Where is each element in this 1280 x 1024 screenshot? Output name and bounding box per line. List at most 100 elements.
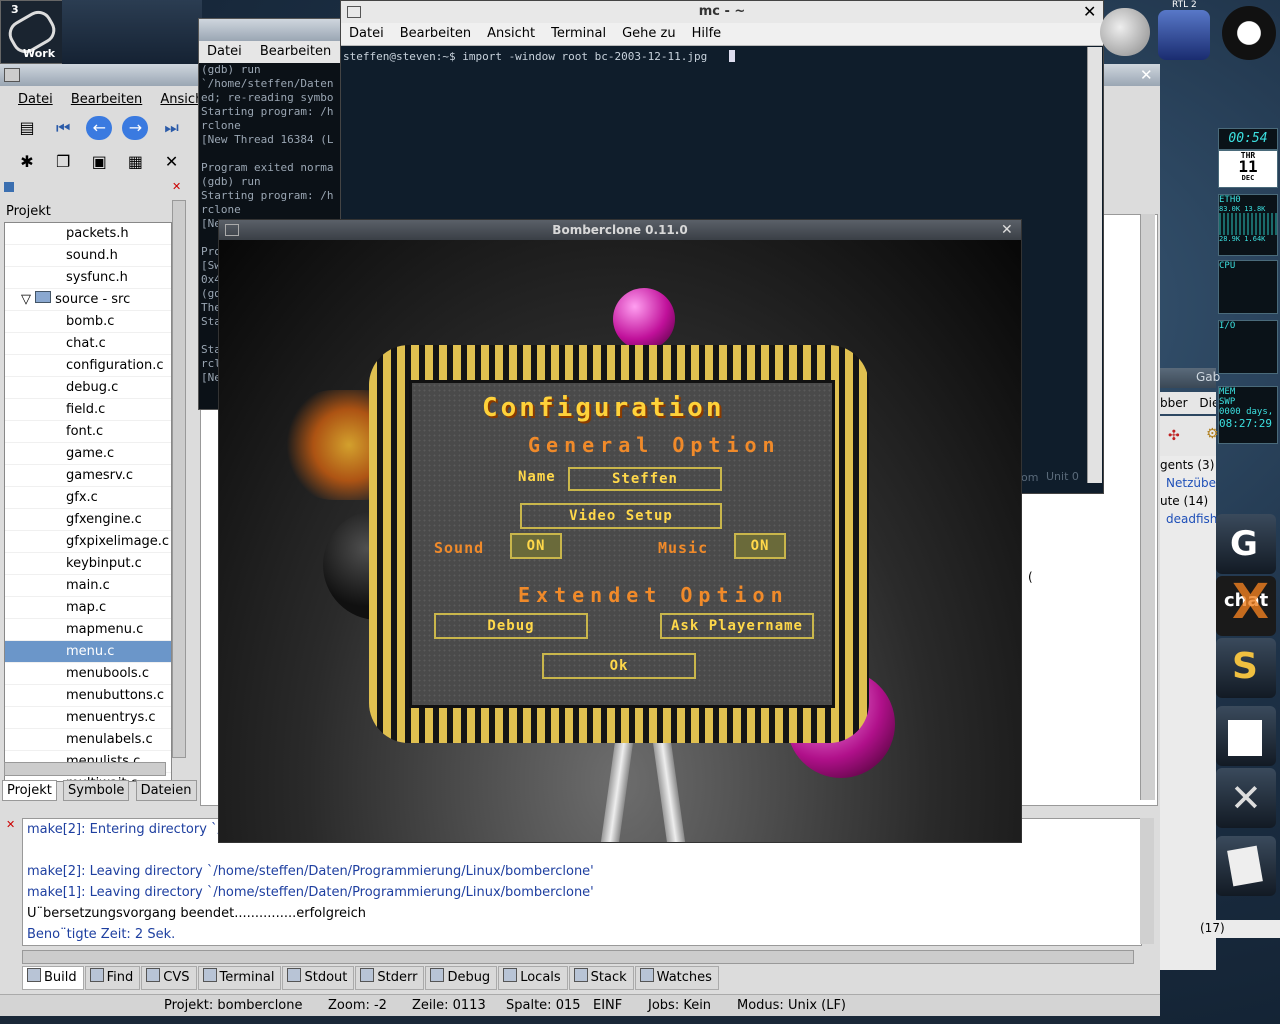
panel-close-icon[interactable]: ✕ — [172, 180, 181, 193]
panel-pin-icon[interactable] — [4, 182, 14, 192]
tree-file[interactable]: packets.h — [5, 223, 171, 245]
tree-file[interactable]: menuentrys.c — [5, 707, 171, 729]
tab-projekt[interactable]: Projekt — [2, 780, 57, 801]
music-toggle[interactable]: ON — [734, 533, 786, 559]
project-tree[interactable]: packets.h sound.h sysfunc.h ▽ source - src b… — [4, 222, 172, 782]
tree-file[interactable]: configuration.c — [5, 355, 171, 377]
mc-scrollbar[interactable] — [1087, 47, 1102, 483]
window-menu-icon[interactable] — [4, 68, 20, 82]
tree-file[interactable]: main.c — [5, 575, 171, 597]
binary-file-icon[interactable] — [1216, 706, 1276, 766]
close-icon[interactable]: ✕ — [1001, 220, 1013, 240]
workspace-pager[interactable]: 3 Work — [0, 0, 64, 64]
window-menu-icon[interactable] — [225, 224, 239, 236]
tree-file[interactable]: game.c — [5, 443, 171, 465]
window-menu-icon[interactable] — [347, 6, 361, 18]
save-all-icon[interactable]: ▦ — [122, 150, 148, 174]
console-hscrollbar[interactable] — [22, 950, 1134, 964]
xchat-icon[interactable]: chat X — [1216, 574, 1276, 636]
mc-menu-item[interactable]: Gehe zu — [622, 26, 676, 41]
gnome-foot-icon[interactable]: G — [1216, 514, 1276, 574]
tree-file[interactable]: bomb.c — [5, 311, 171, 333]
group-agents[interactable]: gents (3) — [1160, 456, 1216, 474]
tools-icon[interactable]: ✕ — [1216, 768, 1276, 828]
sound-toggle[interactable]: ON — [510, 533, 562, 559]
new-file-icon[interactable]: ✱ — [14, 150, 40, 174]
chat-menu-1[interactable]: bber — [1160, 396, 1188, 410]
first-icon[interactable]: ⏮ — [50, 116, 76, 140]
ask-playername-button[interactable]: Ask Playername — [660, 613, 814, 639]
status-icon[interactable]: ✣ — [1168, 428, 1180, 444]
back-icon[interactable]: ← — [86, 116, 113, 140]
video-setup-button[interactable]: Video Setup — [520, 503, 722, 529]
tree-file[interactable]: menu.c — [5, 641, 171, 663]
tree-file[interactable]: menulabels.c — [5, 729, 171, 751]
tab-debug[interactable]: Debug — [425, 966, 498, 990]
console-close-icon[interactable]: ✕ — [6, 818, 15, 831]
chevron-down-icon[interactable]: ▽ — [21, 292, 35, 307]
tree-file[interactable]: keybinput.c — [5, 553, 171, 575]
tv-icon[interactable]: RTL 2 — [1158, 0, 1210, 60]
menu-bearbeiten[interactable]: Bearbeiten — [71, 92, 142, 107]
tree-file[interactable]: field.c — [5, 399, 171, 421]
group-ute[interactable]: ute (14) — [1160, 492, 1216, 510]
tab-watches[interactable]: Watches — [634, 966, 719, 990]
sodipodi-icon[interactable]: S — [1216, 638, 1276, 698]
mc-menu-item[interactable]: Terminal — [551, 26, 606, 41]
bg-fragment: Unit 0 — [1046, 470, 1079, 483]
tree-file[interactable]: menubuttons.c — [5, 685, 171, 707]
tree-file[interactable]: gfxpixelimage.c — [5, 531, 171, 553]
tree-file[interactable]: gamesrv.c — [5, 465, 171, 487]
tab-stdout[interactable]: Stdout — [282, 966, 355, 990]
tree-file[interactable]: sound.h — [5, 245, 171, 267]
close-icon[interactable]: ✕ — [1140, 66, 1153, 84]
name-field[interactable]: Steffen — [568, 467, 722, 491]
tree-folder[interactable]: ▽ source - src — [5, 289, 171, 311]
status-bar: Projekt: bomberclone Zoom: -2 Zeile: 011… — [0, 994, 1160, 1017]
tab-find[interactable]: Find — [84, 966, 141, 990]
contact-item[interactable]: deadfish — [1160, 510, 1216, 528]
tab-symbole[interactable]: Symbole — [63, 780, 130, 801]
tree-hscrollbar[interactable] — [4, 762, 166, 776]
tree-file[interactable]: gfx.c — [5, 487, 171, 509]
tree-file[interactable]: sysfunc.h — [5, 267, 171, 289]
last-icon[interactable]: ⏭ — [159, 116, 185, 140]
tree-file[interactable]: chat.c — [5, 333, 171, 355]
tab-stderr[interactable]: Stderr — [355, 966, 425, 990]
forward-icon[interactable]: → — [122, 116, 149, 140]
tree-file[interactable]: mapmenu.c — [5, 619, 171, 641]
list-icon[interactable]: ▤ — [14, 116, 40, 140]
mc-menu-item[interactable]: Hilfe — [692, 26, 722, 41]
tab-dateien[interactable]: Dateien — [135, 780, 197, 801]
debian-icon[interactable] — [1222, 6, 1276, 60]
mc-menu-item[interactable]: Ansicht — [487, 26, 535, 41]
tab-locals[interactable]: Locals — [498, 966, 568, 990]
tree-scrollbar[interactable] — [172, 200, 186, 758]
gimp-icon[interactable] — [1100, 8, 1150, 56]
notes-icon[interactable] — [1216, 836, 1276, 896]
tab-build[interactable]: Build — [22, 966, 84, 990]
mc-menu-item[interactable]: Bearbeiten — [400, 26, 471, 41]
tab-terminal[interactable]: Terminal — [197, 966, 282, 990]
close-file-icon[interactable]: ✕ — [159, 150, 185, 174]
save-icon[interactable]: ▣ — [86, 150, 112, 174]
tab-stack[interactable]: Stack — [568, 966, 634, 990]
menu-datei[interactable]: Datei — [18, 92, 53, 107]
tree-file[interactable]: gfxengine.c — [5, 509, 171, 531]
bomberclone-window[interactable]: Bomberclone 0.11.0 ✕ Configuration Gener… — [218, 219, 1022, 843]
open-file-icon[interactable]: ❐ — [50, 150, 76, 174]
tree-file[interactable]: debug.c — [5, 377, 171, 399]
ok-button[interactable]: Ok — [542, 653, 696, 679]
tree-file[interactable]: font.c — [5, 421, 171, 443]
console-scrollbar[interactable] — [1140, 818, 1154, 944]
tree-file[interactable]: menubools.c — [5, 663, 171, 685]
close-icon[interactable]: ✕ — [1083, 1, 1096, 23]
gdb-menu-datei[interactable]: Datei — [207, 44, 242, 59]
tree-file[interactable]: map.c — [5, 597, 171, 619]
gdb-menu-bearbeiten[interactable]: Bearbeiten — [260, 44, 331, 59]
debug-button[interactable]: Debug — [434, 613, 588, 639]
tab-cvs[interactable]: CVS — [141, 966, 197, 990]
contact-item[interactable]: Netzübergang: ICQ — [1160, 474, 1216, 492]
mc-menu-item[interactable]: Datei — [349, 26, 384, 41]
editor-scrollbar[interactable] — [1140, 214, 1155, 800]
